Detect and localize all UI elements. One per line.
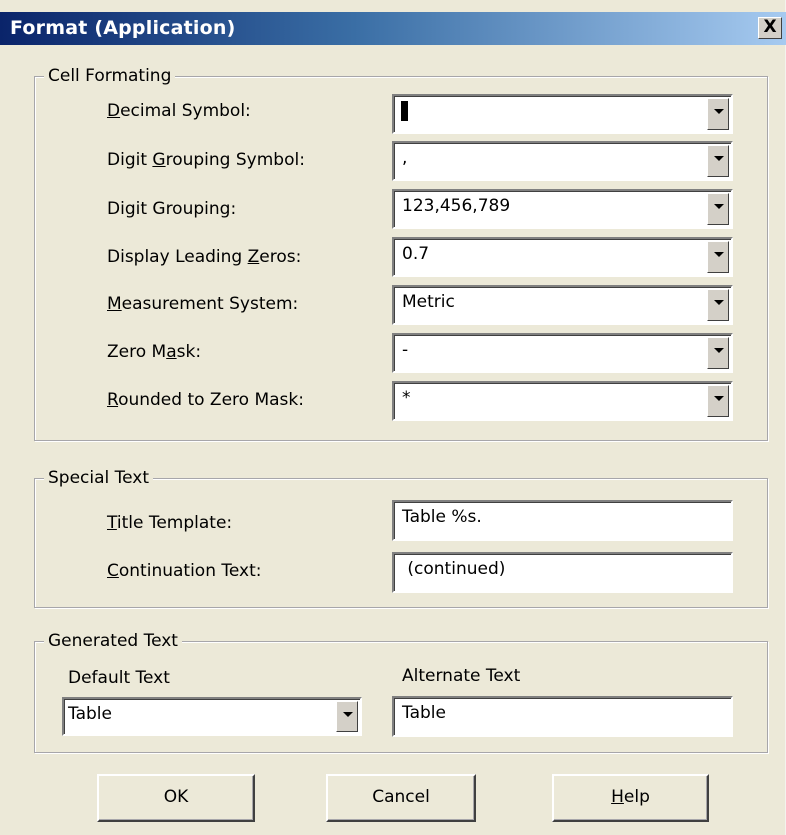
generated-text-legend: Generated Text	[44, 630, 182, 652]
special-text-legend: Special Text	[44, 467, 154, 489]
continuation-text-label: Continuation Text:	[107, 561, 262, 581]
help-button[interactable]: Help	[552, 774, 709, 822]
chevron-down-icon[interactable]	[707, 98, 729, 130]
chevron-down-icon[interactable]	[707, 337, 729, 369]
measurement-system-select[interactable]: Metric	[392, 285, 733, 325]
chevron-down-icon[interactable]	[707, 289, 729, 321]
zero-mask-label: Zero Mask:	[107, 342, 202, 362]
rounded-to-zero-mask-value: *	[402, 388, 411, 408]
chevron-down-icon[interactable]	[707, 193, 729, 225]
default-text-value: Table	[68, 704, 112, 724]
alternate-text-label: Alternate Text	[402, 666, 521, 686]
rounded-to-zero-mask-select[interactable]: *	[392, 381, 733, 421]
chevron-down-icon[interactable]	[707, 241, 729, 273]
title-bar: Format (Application) X	[0, 12, 786, 45]
zero-mask-value: -	[402, 340, 409, 360]
digit-grouping-select[interactable]: 123,456,789	[392, 189, 733, 229]
display-leading-zeros-select[interactable]: 0.7	[392, 237, 733, 277]
rounded-to-zero-mask-label: Rounded to Zero Mask:	[107, 390, 304, 410]
digit-grouping-symbol-label: Digit Grouping Symbol:	[107, 150, 305, 170]
title-template-input[interactable]: Table %s.	[392, 500, 733, 541]
window-title: Format (Application)	[10, 17, 236, 39]
digit-grouping-symbol-value: ,	[402, 148, 408, 168]
format-dialog: Format (Application) X Cell Formating De…	[0, 0, 786, 835]
continuation-text-value: (continued)	[402, 559, 506, 579]
display-leading-zeros-label: Display Leading Zeros:	[107, 247, 302, 267]
digit-grouping-symbol-select[interactable]: ,	[392, 141, 733, 181]
decimal-symbol-label: Decimal Symbol:	[107, 101, 251, 121]
digit-grouping-value: 123,456,789	[402, 196, 511, 216]
title-template-value: Table %s.	[402, 507, 482, 527]
close-icon: X	[763, 17, 777, 37]
chevron-down-icon[interactable]	[336, 701, 358, 732]
chevron-down-icon[interactable]	[707, 145, 729, 177]
alternate-text-input[interactable]: Table	[392, 696, 733, 737]
default-text-label: Default Text	[68, 668, 170, 688]
continuation-text-input[interactable]: (continued)	[392, 552, 733, 593]
alternate-text-value: Table	[402, 703, 446, 723]
decimal-symbol-select[interactable]	[392, 94, 733, 134]
close-button[interactable]: X	[758, 17, 782, 39]
zero-mask-select[interactable]: -	[392, 333, 733, 373]
chevron-down-icon[interactable]	[707, 385, 729, 417]
default-text-select[interactable]: Table	[62, 697, 362, 736]
selected-value-highlight	[401, 101, 408, 121]
ok-button[interactable]: OK	[97, 774, 255, 822]
cancel-button[interactable]: Cancel	[326, 774, 476, 822]
title-template-label: Title Template:	[107, 513, 233, 533]
cell-formatting-legend: Cell Formating	[44, 65, 176, 87]
digit-grouping-label: Digit Grouping:	[107, 199, 237, 219]
display-leading-zeros-value: 0.7	[402, 244, 430, 264]
measurement-system-label: Measurement System:	[107, 294, 299, 314]
measurement-system-value: Metric	[402, 292, 455, 312]
